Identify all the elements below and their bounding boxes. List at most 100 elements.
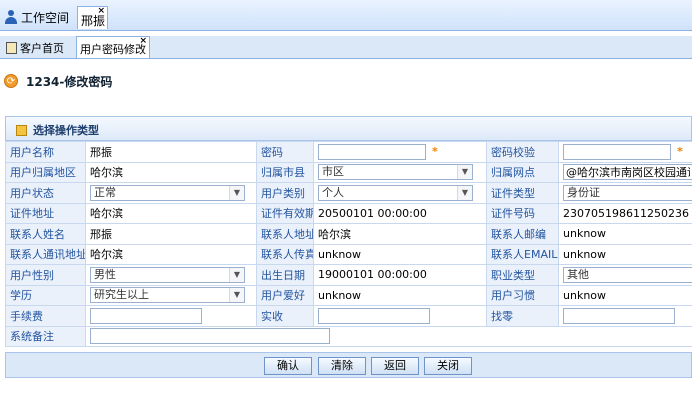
tab-customer-home[interactable]: 客户首页 <box>2 38 68 57</box>
username-label: 用户名称 <box>5 141 86 163</box>
status-label: 用户状态 <box>5 182 86 204</box>
user-icon <box>4 10 18 24</box>
form-row: 用户归属地区 哈尔滨 归属市县 市区 ▼ 归属网点 <box>5 161 692 183</box>
outlet-label: 归属网点 <box>486 161 559 183</box>
hobby-label: 用户爱好 <box>256 284 314 306</box>
password-cell: * <box>313 141 487 163</box>
region-value: 哈尔滨 <box>85 161 257 183</box>
birth-label: 出生日期 <box>256 264 314 286</box>
clear-button[interactable]: 清除 <box>318 357 366 375</box>
idaddr-label: 证件地址 <box>5 202 86 224</box>
edu-label: 学历 <box>5 284 86 306</box>
gender-label: 用户性别 <box>5 264 86 286</box>
idvalid-label: 证件有效期 <box>256 202 314 224</box>
page-title: 1234-修改密码 <box>26 74 113 89</box>
fee-cell <box>85 305 257 327</box>
idvalid-value: 20500101 00:00:00 <box>313 202 487 224</box>
job-label: 职业类型 <box>486 264 559 286</box>
back-button[interactable]: 返回 <box>371 357 419 375</box>
folder-icon <box>16 124 27 136</box>
email-label: 联系人EMAIL <box>486 243 559 265</box>
idtype-select[interactable]: 身份证 <box>563 184 692 201</box>
chevron-down-icon: ▼ <box>229 267 244 282</box>
idno-label: 证件号码 <box>486 202 559 224</box>
chevron-down-icon: ▼ <box>457 165 472 180</box>
edu-selected: 研究生以上 <box>94 288 149 302</box>
type-selected: 个人 <box>322 185 344 199</box>
hobby-value: unknow <box>313 284 487 306</box>
gender-cell: 男性 ▼ <box>85 264 257 286</box>
password-input[interactable] <box>318 143 426 160</box>
chevron-down-icon: ▼ <box>457 185 472 200</box>
edu-select[interactable]: 研究生以上 ▼ <box>90 287 245 304</box>
chevron-down-icon: ▼ <box>229 185 244 200</box>
confirm-button[interactable]: 确认 <box>264 357 312 375</box>
region-label: 用户归属地区 <box>5 161 86 183</box>
paid-input[interactable] <box>318 307 430 324</box>
arrow-circle-icon: ⟳ <box>4 74 18 88</box>
idaddr-value: 哈尔滨 <box>85 202 257 224</box>
change-label: 找零 <box>486 305 559 327</box>
section-header: 选择操作类型 <box>5 116 692 141</box>
contactaddr-value: 哈尔滨 <box>313 223 487 245</box>
tab-label: 邢振 <box>81 14 106 28</box>
top-tab-bar: 工作空间 邢振 × <box>0 0 692 31</box>
city-select[interactable]: 市区 ▼ <box>318 164 473 181</box>
form-row: 手续费 实收 找零 <box>5 305 692 327</box>
job-select[interactable]: 其他 <box>563 266 692 283</box>
fax-value: unknow <box>313 243 487 265</box>
status-select[interactable]: 正常 ▼ <box>90 184 245 201</box>
tab-active-label: 用户密码修改 <box>80 43 146 56</box>
type-label: 用户类别 <box>256 182 314 204</box>
change-cell <box>558 305 692 327</box>
button-bar: 确认 清除 返回 关闭 <box>5 352 692 378</box>
type-select[interactable]: 个人 ▼ <box>318 184 473 201</box>
city-selected: 市区 <box>322 165 344 179</box>
remark-input[interactable] <box>90 328 330 345</box>
fee-input[interactable] <box>90 307 202 324</box>
city-label: 归属市县 <box>256 161 314 183</box>
fee-label: 手续费 <box>5 305 86 327</box>
tab-password-change[interactable]: 用户密码修改 × <box>76 36 150 58</box>
close-icon[interactable]: × <box>139 37 147 46</box>
form-row: 用户性别 男性 ▼ 出生日期 19000101 00:00:00 职业类型 其他 <box>5 264 692 286</box>
tab-home-label: 客户首页 <box>20 41 64 55</box>
commaddr-label: 联系人通讯地址 <box>5 243 86 265</box>
form-row: 学历 研究生以上 ▼ 用户爱好 unknow 用户习惯 unknow <box>5 284 692 306</box>
email-value: unknow <box>558 243 692 265</box>
edu-cell: 研究生以上 ▼ <box>85 284 257 306</box>
pwcheck-input[interactable] <box>563 143 671 160</box>
job-selected: 其他 <box>567 267 589 281</box>
form-row: 证件地址 哈尔滨 证件有效期 20500101 00:00:00 证件号码 23… <box>5 202 692 224</box>
workspace-tab[interactable]: 工作空间 <box>4 8 69 26</box>
password-label: 密码 <box>256 141 314 163</box>
user-form: 用户名称 邢振 密码 * 密码校验 * 用户归属地区 哈尔滨 归属市县 市区 ▼ … <box>5 141 692 347</box>
city-cell: 市区 ▼ <box>313 161 487 183</box>
required-mark: * <box>432 144 438 158</box>
fax-label: 联系人传真 <box>256 243 314 265</box>
section-title: 选择操作类型 <box>33 124 99 137</box>
zip-value: unknow <box>558 223 692 245</box>
habit-label: 用户习惯 <box>486 284 559 306</box>
contactaddr-label: 联系人地址 <box>256 223 314 245</box>
idtype-selected: 身份证 <box>567 185 600 199</box>
status-cell: 正常 ▼ <box>85 182 257 204</box>
idtype-label: 证件类型 <box>486 182 559 204</box>
form-row: 用户状态 正常 ▼ 用户类别 个人 ▼ 证件类型 身份证 <box>5 182 692 204</box>
form-row: 用户名称 邢振 密码 * 密码校验 * <box>5 141 692 163</box>
close-button[interactable]: 关闭 <box>424 357 472 375</box>
remark-cell <box>85 325 692 347</box>
outlet-input[interactable] <box>563 164 692 181</box>
tab-xingzhen[interactable]: 邢振 × <box>77 6 108 29</box>
gender-selected: 男性 <box>94 267 116 281</box>
sub-tab-bar: 客户首页 用户密码修改 × <box>0 36 692 59</box>
contact-value: 邢振 <box>85 223 257 245</box>
gender-select[interactable]: 男性 ▼ <box>90 266 245 283</box>
job-cell: 其他 <box>558 264 692 286</box>
change-input[interactable] <box>563 307 675 324</box>
pwcheck-cell: * <box>558 141 692 163</box>
status-selected: 正常 <box>94 185 116 199</box>
paid-label: 实收 <box>256 305 314 327</box>
close-icon[interactable]: × <box>97 7 105 16</box>
pwcheck-label: 密码校验 <box>486 141 559 163</box>
